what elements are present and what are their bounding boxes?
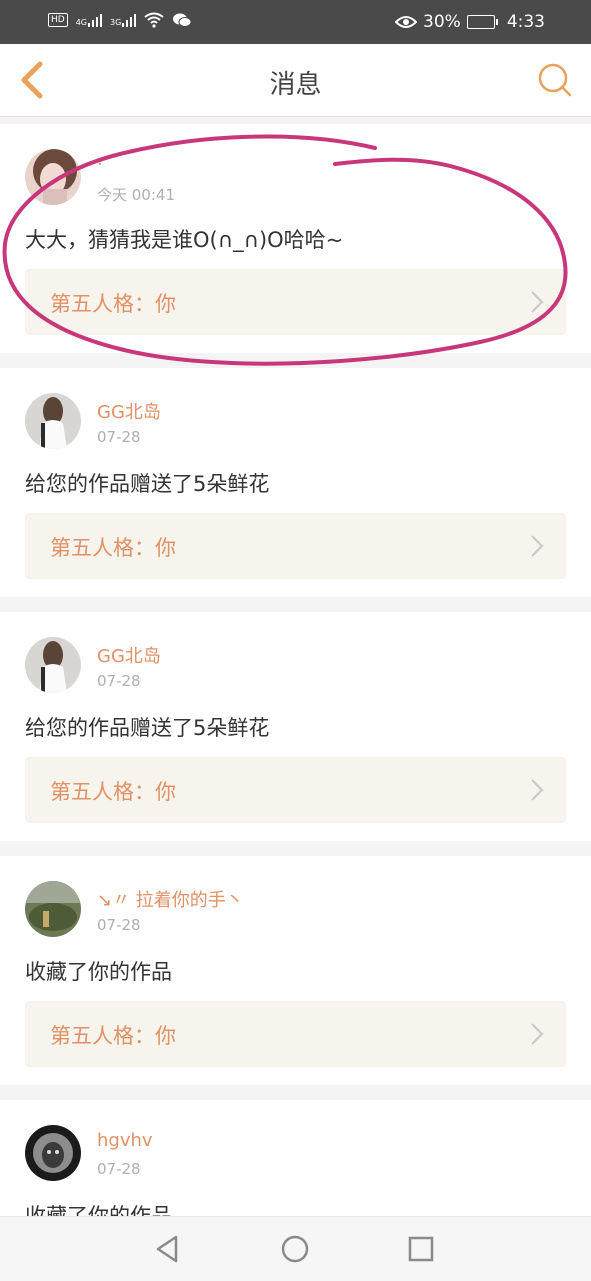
avatar[interactable] bbox=[25, 393, 81, 449]
message-card[interactable]: ↘〃 拉着你的手丶 07-28 收藏了你的作品 第五人格：你 bbox=[0, 856, 591, 1085]
battery-icon bbox=[466, 15, 498, 29]
timestamp: 07-28 bbox=[97, 916, 141, 934]
eye-icon bbox=[395, 16, 418, 28]
status-left: HD 4G 3G bbox=[48, 12, 192, 28]
chevron-right-icon bbox=[531, 779, 544, 801]
message-text: 收藏了你的作品 bbox=[25, 960, 172, 984]
status-right: 30% 4:33 bbox=[395, 12, 545, 32]
work-link[interactable]: 第五人格：你 bbox=[25, 269, 566, 335]
clock: 4:33 bbox=[506, 12, 545, 32]
work-link[interactable]: 第五人格：你 bbox=[25, 1001, 566, 1067]
work-title: 第五人格：你 bbox=[50, 1024, 176, 1048]
message-card[interactable]: · 今天 00:41 大大，猜猜我是谁O(∩_∩)O哈哈~ 第五人格：你 bbox=[0, 124, 591, 353]
signal-icon-2: 3G bbox=[110, 13, 137, 27]
username[interactable]: · bbox=[97, 154, 103, 175]
timestamp: 07-28 bbox=[97, 1160, 141, 1178]
network-type-label: 4G bbox=[75, 18, 87, 27]
back-triangle-icon[interactable] bbox=[152, 1233, 184, 1265]
username[interactable]: GG北岛 bbox=[97, 642, 161, 668]
timestamp: 07-28 bbox=[97, 428, 141, 446]
network-type-label-2: 3G bbox=[110, 18, 122, 27]
avatar[interactable] bbox=[25, 1125, 81, 1181]
system-nav-bar bbox=[0, 1216, 591, 1281]
message-text: 收藏了你的作品 bbox=[25, 1204, 172, 1216]
work-title: 第五人格：你 bbox=[50, 292, 176, 316]
message-card[interactable]: GG北岛 07-28 给您的作品赠送了5朵鲜花 第五人格：你 bbox=[0, 612, 591, 841]
hd-icon: HD bbox=[48, 13, 68, 27]
username[interactable]: GG北岛 bbox=[97, 398, 161, 424]
timestamp: 今天 00:41 bbox=[97, 186, 175, 204]
work-link[interactable]: 第五人格：你 bbox=[25, 757, 566, 823]
avatar[interactable] bbox=[25, 881, 81, 937]
search-icon[interactable] bbox=[535, 60, 575, 100]
signal-icon: 4G bbox=[76, 13, 102, 27]
work-title: 第五人格：你 bbox=[50, 780, 176, 804]
status-bar: HD 4G 3G 30% 4:33 bbox=[0, 0, 591, 44]
home-circle-icon[interactable] bbox=[279, 1233, 311, 1265]
recent-square-icon[interactable] bbox=[405, 1233, 437, 1265]
message-card[interactable]: hgvhv 07-28 收藏了你的作品 bbox=[0, 1100, 591, 1216]
message-text: 给您的作品赠送了5朵鲜花 bbox=[25, 472, 270, 496]
wifi-icon bbox=[144, 12, 164, 28]
header: 消息 bbox=[0, 44, 591, 117]
work-link[interactable]: 第五人格：你 bbox=[25, 513, 566, 579]
wechat-icon bbox=[173, 13, 192, 27]
page-title: 消息 bbox=[269, 70, 322, 100]
work-title: 第五人格：你 bbox=[50, 536, 176, 560]
message-text: 给您的作品赠送了5朵鲜花 bbox=[25, 716, 270, 740]
message-list[interactable]: · 今天 00:41 大大，猜猜我是谁O(∩_∩)O哈哈~ 第五人格：你 GG北… bbox=[0, 124, 591, 1216]
avatar[interactable] bbox=[25, 637, 81, 693]
username[interactable]: ↘〃 拉着你的手丶 bbox=[97, 886, 244, 912]
timestamp: 07-28 bbox=[97, 672, 141, 690]
chevron-right-icon bbox=[531, 535, 544, 557]
message-card[interactable]: GG北岛 07-28 给您的作品赠送了5朵鲜花 第五人格：你 bbox=[0, 368, 591, 597]
message-text: 大大，猜猜我是谁O(∩_∩)O哈哈~ bbox=[25, 228, 344, 252]
chevron-right-icon bbox=[531, 291, 544, 313]
chevron-right-icon bbox=[531, 1023, 544, 1045]
avatar[interactable] bbox=[25, 149, 81, 205]
username[interactable]: hgvhv bbox=[97, 1130, 153, 1151]
battery-percent: 30% bbox=[423, 12, 461, 32]
